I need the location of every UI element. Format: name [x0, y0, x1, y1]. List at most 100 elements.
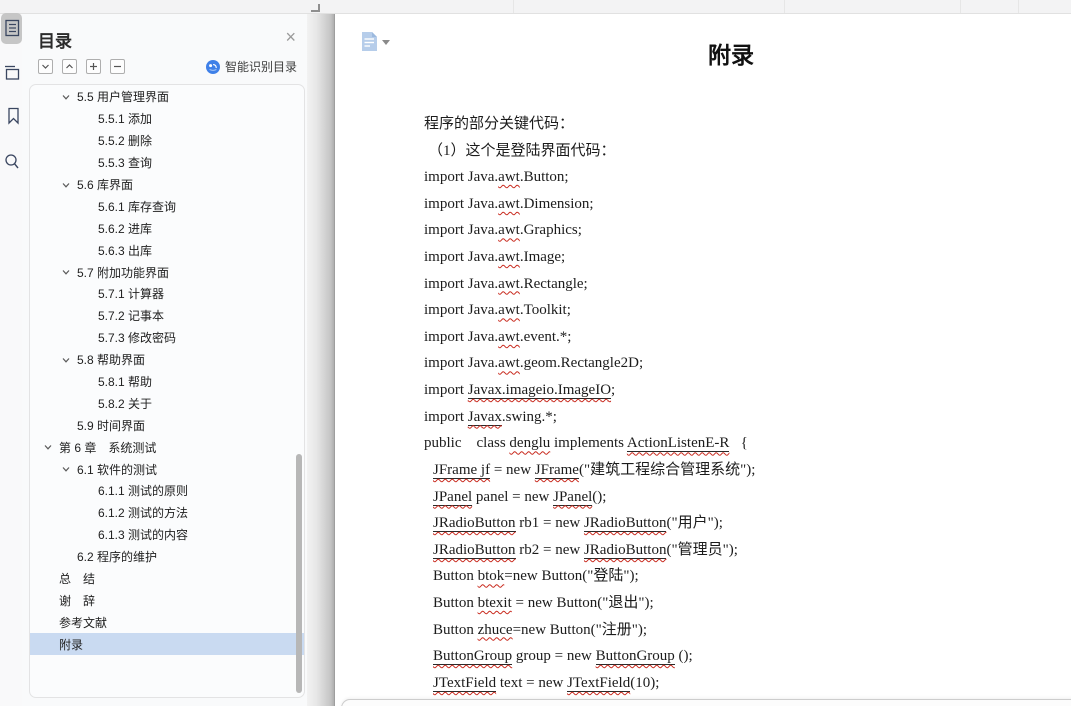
search-icon[interactable]: [0, 148, 22, 174]
code-text: =new Button("注册");: [512, 621, 648, 638]
toc-item[interactable]: 附录: [30, 633, 304, 656]
toc-item[interactable]: 5.5.3 查询: [30, 152, 304, 174]
chevron-down-icon[interactable]: [61, 355, 77, 365]
code-text: rb1 = new: [515, 515, 584, 532]
code-line: import Javax.swing.*;: [335, 404, 1071, 431]
toc-item-label: 5.7.2 记事本: [98, 309, 165, 324]
toc-item-label: 5.8.2 关于: [98, 396, 153, 411]
spellcheck-flagged-text: awt: [498, 222, 520, 239]
chevron-down-icon[interactable]: [61, 267, 77, 277]
toc-item[interactable]: 5.8 帮助界面: [30, 349, 304, 371]
panel-page-divider[interactable]: [307, 14, 335, 706]
bottom-floating-bar[interactable]: [341, 699, 1071, 706]
chevron-down-icon[interactable]: [61, 180, 77, 190]
toc-item[interactable]: 5.5 用户管理界面: [30, 86, 304, 108]
bookmark-icon[interactable]: [0, 103, 22, 129]
code-text: = new Button("退出");: [511, 594, 654, 611]
toc-item[interactable]: 6.1.2 测试的方法: [30, 502, 304, 524]
document-page: 附录 程序的部分关键代码： （1）这个是登陆界面代码： import Java.aw…: [335, 14, 1071, 706]
chevron-down-icon[interactable]: [61, 92, 77, 102]
code-text: = new: [490, 461, 535, 478]
toc-item[interactable]: 5.7.3 修改密码: [30, 327, 304, 349]
code-text: .Button;: [519, 169, 569, 186]
close-icon[interactable]: ×: [285, 28, 296, 46]
toc-item-label: 5.5 用户管理界面: [77, 90, 170, 105]
toc-scrollbar-thumb[interactable]: [296, 454, 302, 693]
toc-item[interactable]: 5.6 库界面: [30, 174, 304, 196]
toc-item-label: 5.7.3 修改密码: [98, 331, 177, 346]
code-text: import Java.: [424, 169, 499, 186]
collapse-level-up-button[interactable]: [62, 59, 77, 74]
toc-item[interactable]: 5.7 附加功能界面: [30, 261, 304, 283]
toc-list: 5.5 用户管理界面 5.5.1 添加 5.5.2 删除 5.5.3 查询 5.6 库界…: [29, 84, 305, 698]
code-text: Button: [433, 568, 478, 585]
code-text: ();: [592, 488, 607, 505]
toolbar-separator: [960, 0, 961, 13]
code-line: import Java.awt.Rectangle;: [335, 271, 1071, 298]
expand-level-down-button[interactable]: [38, 59, 53, 74]
toc-item-label: 5.7 附加功能界面: [77, 265, 170, 280]
toc-item-label: 5.6 库界面: [77, 178, 134, 192]
toc-item[interactable]: 5.7.2 记事本: [30, 305, 304, 327]
toc-toolbar: [38, 59, 125, 75]
toc-item[interactable]: 5.7.1 计算器: [30, 283, 304, 305]
toc-item[interactable]: 6.1.1 测试的原则: [30, 480, 304, 502]
toc-item-label: 6.1.2 测试的方法: [98, 506, 189, 521]
code-text: .Image;: [519, 249, 566, 266]
spellcheck-flagged-text: JRadioButton: [433, 541, 516, 559]
toc-item[interactable]: 总 结: [30, 568, 304, 590]
toc-item[interactable]: 5.6.2 进库: [30, 217, 304, 239]
page-options-button[interactable]: [361, 31, 390, 52]
code-text: import Java.: [424, 195, 499, 212]
toc-item-label: 5.7.1 计算器: [98, 287, 165, 302]
spellcheck-flagged-text: awt: [498, 195, 520, 212]
toc-panel-icon[interactable]: [0, 15, 22, 41]
code-line: import Java.awt.geom.Rectangle2D;: [335, 350, 1071, 377]
toc-item[interactable]: 6.2 程序的维护: [30, 546, 304, 568]
code-line: public class denglu implements ActionLis…: [335, 430, 1071, 457]
code-text: import Java.: [424, 355, 499, 372]
code-text: rb2 = new: [515, 541, 584, 558]
code-text: 程序的部分关键代码：: [424, 116, 575, 132]
chevron-down-icon[interactable]: [61, 464, 77, 474]
toolbar-separator: [513, 0, 514, 13]
code-text: import Java.: [424, 275, 499, 292]
smart-recognize-label: 智能识别目录: [224, 60, 297, 74]
toc-item[interactable]: 5.6.3 出库: [30, 239, 304, 261]
spellcheck-flagged-text: JRadioButton: [583, 515, 667, 533]
toc-item[interactable]: 5.5.2 删除: [30, 130, 304, 152]
collapse-all-button[interactable]: [110, 59, 125, 74]
code-line: JRadioButton rb1 = new JRadioButton("用户"…: [335, 510, 1071, 537]
smart-recognize-toc-button[interactable]: 智能识别目录: [205, 58, 297, 75]
page-thumbnail-icon[interactable]: [0, 59, 22, 85]
code-text: {: [729, 435, 748, 452]
toc-item-label: 6.1 软件的测试: [77, 462, 158, 477]
code-text: import: [424, 382, 468, 399]
code-text: Button: [433, 594, 478, 611]
code-text: （1）这个是登陆界面代码：: [428, 142, 616, 159]
toc-item[interactable]: 6.1 软件的测试: [30, 458, 304, 480]
spellcheck-flagged-text: JPanel: [553, 488, 593, 506]
spellcheck-flagged-text: btok: [477, 568, 505, 585]
toc-item[interactable]: 第 6 章 系统测试: [30, 436, 304, 458]
toc-item[interactable]: 5.8.1 帮助: [30, 371, 304, 393]
document-title: 附录: [708, 42, 754, 68]
code-text: import: [424, 408, 468, 425]
toc-item[interactable]: 5.6.1 库存查询: [30, 195, 304, 217]
toolbar-separator: [1018, 0, 1019, 13]
toc-rows: 5.5 用户管理界面 5.5.1 添加 5.5.2 删除 5.5.3 查询 5.6 库界…: [30, 86, 304, 656]
expand-all-button[interactable]: [86, 59, 101, 74]
code-text: implements: [550, 435, 627, 452]
toc-item[interactable]: 5.8.2 关于: [30, 392, 304, 414]
ai-robot-icon: [205, 59, 220, 74]
toc-item-label: 5.8.1 帮助: [98, 375, 153, 390]
toc-item[interactable]: 谢 辞: [30, 589, 304, 611]
code-line: 程序的部分关键代码：: [335, 111, 1071, 138]
toc-item[interactable]: 5.5.1 添加: [30, 108, 304, 130]
toc-item[interactable]: 6.1.3 测试的内容: [30, 524, 304, 546]
code-text: .event.*;: [519, 328, 572, 345]
toc-item[interactable]: 参考文献: [30, 611, 304, 633]
spellcheck-flagged-text: ActionListenE-R: [626, 435, 730, 453]
chevron-down-icon[interactable]: [43, 442, 59, 452]
toc-item[interactable]: 5.9 时间界面: [30, 414, 304, 436]
